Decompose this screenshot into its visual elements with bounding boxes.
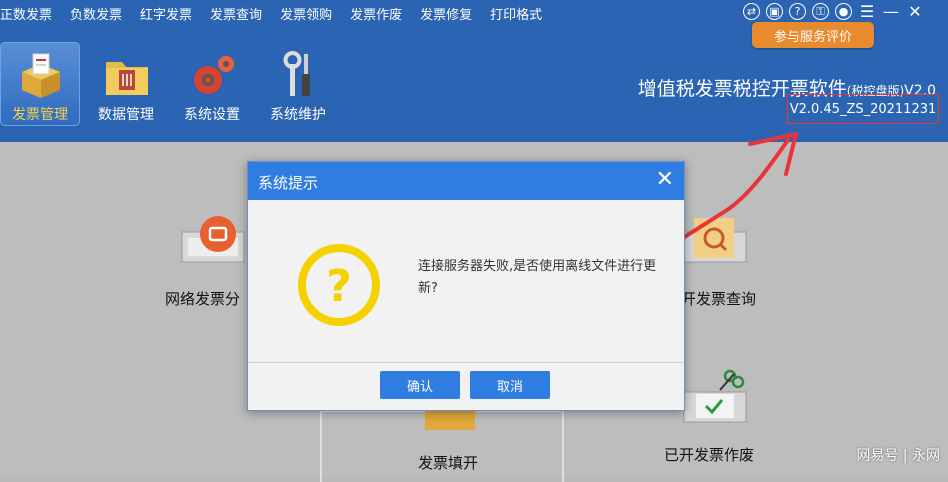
close-icon[interactable]: ✕ [906,2,924,21]
menu-negative-invoice[interactable]: 负数发票 [62,4,132,23]
menu-invoice-repair[interactable]: 发票修复 [412,4,482,23]
toolbar-label: 系统维护 [270,107,326,123]
menu-icon[interactable]: ☰ [858,2,876,21]
toolbar-label: 发票管理 [12,107,68,123]
menu-invoice-purchase[interactable]: 发票领购 [272,4,342,23]
help-icon[interactable]: ? [789,3,806,20]
menu-red-invoice[interactable]: 红字发票 [132,4,202,23]
network-invoice-dispatch-label[interactable]: 网络发票分 [165,288,240,309]
service-feedback-button[interactable]: 参与服务评价 [752,22,874,48]
network-invoice-icon [181,216,245,263]
user-icon[interactable]: ● [835,3,852,20]
menu-bar: 正数发票 负数发票 红字发票 发票查询 发票领购 发票作废 发票修复 打印格式 [0,0,552,26]
lock-icon[interactable]: ⚿ [812,3,829,20]
dialog-title: 系统提示 [258,174,319,192]
system-prompt-dialog: 系统提示 ✕ ? 连接服务器失败,是否使用离线文件进行更新? 确认 取消 [247,161,685,411]
invoice-box-icon [22,53,60,98]
tablet-icon[interactable]: ▣ [766,3,783,20]
cancel-button[interactable]: 取消 [470,371,550,399]
watermark: 网易号 | 永网 [856,448,940,464]
dialog-divider [248,362,684,363]
toolbar-invoice-management[interactable]: 发票管理 [0,42,80,126]
gears-icon [194,56,234,94]
toolbar-label: 系统设置 [184,107,240,123]
invoice-void-icon [683,369,747,423]
minimize-icon[interactable]: — [882,2,900,21]
dialog-message: 连接服务器失败,是否使用离线文件进行更新? [418,259,657,296]
toolbar-system-maintenance[interactable]: 系统维护 [258,42,338,126]
toolbar-system-settings[interactable]: 系统设置 [172,42,252,126]
menu-print-format[interactable]: 打印格式 [482,4,552,23]
issued-invoice-void-label[interactable]: 已开发票作废 [664,444,754,465]
question-icon: ? [298,244,380,326]
menu-positive-invoice[interactable]: 正数发票 [0,4,62,23]
window-controls: ⇄ ▣ ? ⚿ ● ☰ — ✕ [743,2,924,21]
menu-invoice-query[interactable]: 发票查询 [202,4,272,23]
dialog-title-bar: 系统提示 ✕ [248,162,684,200]
exchange-icon[interactable]: ⇄ [743,3,760,20]
toolbar-data-management[interactable]: 数据管理 [86,42,166,126]
toolbar-label: 数据管理 [98,107,154,123]
svg-text:?: ? [326,261,352,312]
tools-icon [283,51,310,96]
folder-icon [106,62,148,95]
dialog-close-icon[interactable]: ✕ [656,169,674,191]
menu-invoice-void[interactable]: 发票作废 [342,4,412,23]
fill-invoice-label[interactable]: 发票填开 [418,452,478,473]
confirm-button[interactable]: 确认 [380,371,460,399]
